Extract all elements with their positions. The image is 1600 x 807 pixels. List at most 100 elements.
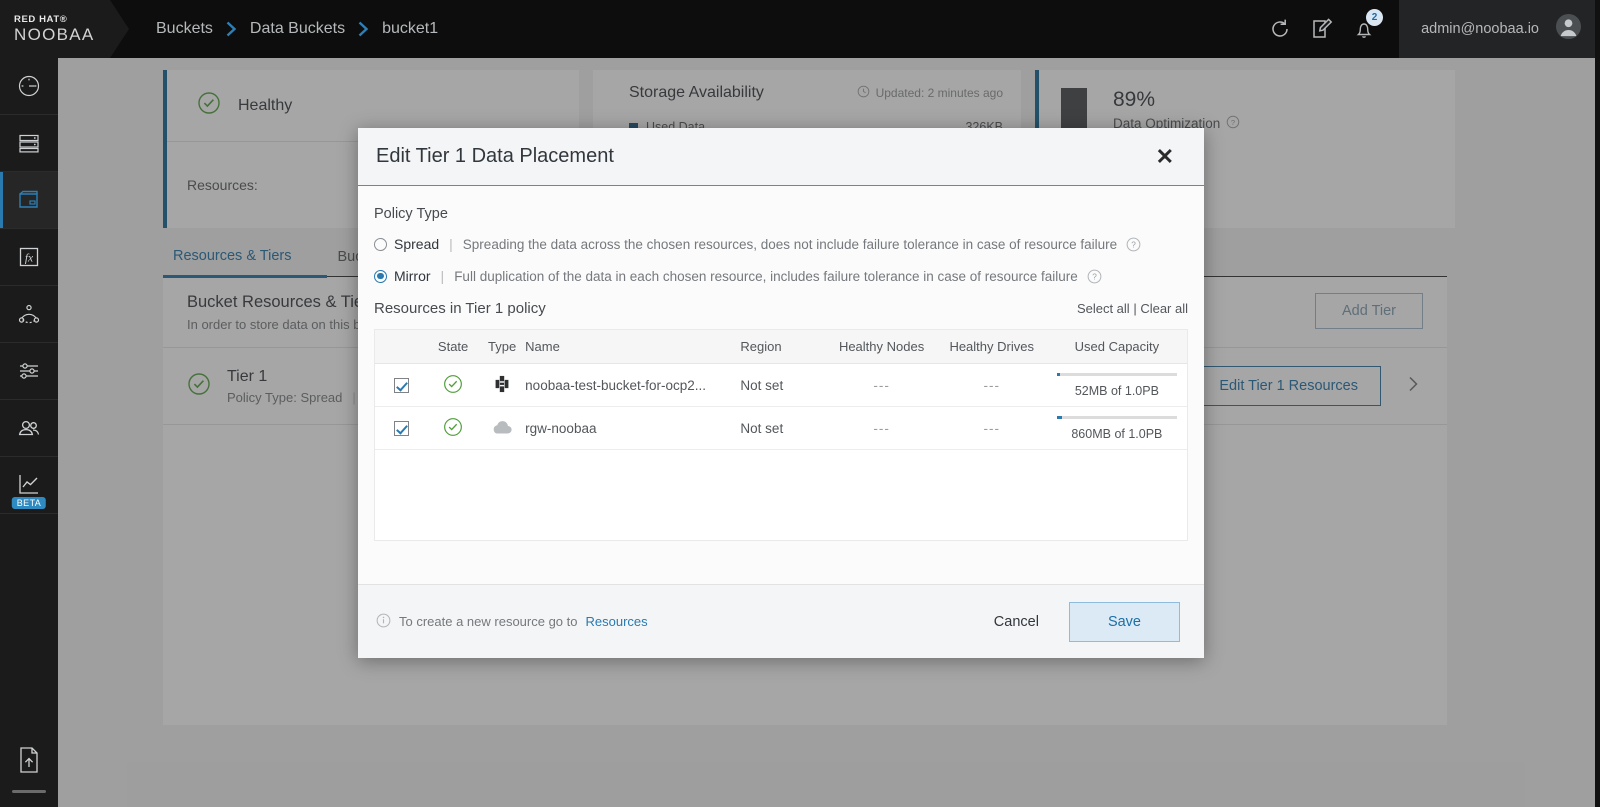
svg-text:?: ? [1092, 272, 1097, 281]
sidebar-divider [12, 790, 46, 793]
close-icon[interactable]: ✕ [1150, 142, 1180, 172]
sidebar-item-buckets[interactable] [0, 172, 58, 229]
sidebar-item-accounts[interactable] [0, 400, 58, 457]
avatar-icon [1555, 13, 1582, 45]
col-healthy-drives: Healthy Drives [936, 330, 1047, 364]
logo-redhat-text: RED HAT® [14, 14, 68, 25]
cloud-icon [490, 420, 514, 440]
help-circle-icon[interactable]: ? [1126, 237, 1141, 252]
breadcrumb-bucket1: bucket1 [382, 20, 439, 37]
chart-icon [15, 471, 43, 499]
policy-option-spread-label: Spread [394, 236, 440, 252]
refresh-icon[interactable] [1259, 0, 1301, 58]
resources-selection-actions: Select all | Clear all [1077, 301, 1188, 316]
healthy-nodes-value: --- [873, 377, 890, 393]
cancel-button[interactable]: Cancel [974, 603, 1059, 641]
resources-table-container: State Type Name Region Healthy Nodes Hea… [374, 329, 1188, 541]
sidebar-item-analytics[interactable]: BETA [0, 457, 58, 514]
col-region: Region [740, 330, 827, 364]
resource-region: Not set [740, 377, 784, 393]
resource-region: Not set [740, 420, 784, 436]
sidebar-item-overview[interactable] [0, 58, 58, 115]
fx-icon: fx [16, 244, 42, 270]
resources-table: State Type Name Region Healthy Nodes Hea… [375, 330, 1187, 450]
gauge-icon [16, 73, 42, 99]
check-circle-icon [443, 374, 463, 397]
beta-badge: BETA [11, 497, 47, 509]
cloud-resource-icon [491, 375, 513, 398]
healthy-drives-value: --- [983, 377, 1000, 393]
table-row[interactable]: noobaa-test-bucket-for-ocp2... Not set -… [375, 363, 1187, 407]
edit-note-icon[interactable] [1301, 0, 1343, 58]
sidebar-item-functions[interactable]: fx [0, 229, 58, 286]
help-circle-icon[interactable]: ? [1087, 269, 1102, 284]
row-checkbox[interactable] [393, 377, 409, 393]
used-capacity-cell: 860MB of 1.0PB [1047, 415, 1187, 441]
table-row[interactable]: rgw-noobaa Not set --- --- 860MB of 1.0P… [375, 406, 1187, 450]
used-capacity-cell: 52MB of 1.0PB [1047, 372, 1187, 398]
dialog-title: Edit Tier 1 Data Placement [376, 145, 614, 167]
sidebar-item-namespace[interactable] [0, 286, 58, 343]
breadcrumb-data-buckets[interactable]: Data Buckets [250, 20, 345, 38]
col-healthy-nodes: Healthy Nodes [826, 330, 937, 364]
top-bar: RED HAT® NOOBAA Buckets Data Buckets buc… [0, 0, 1600, 58]
window-right-edge [1595, 0, 1600, 807]
file-upload-icon[interactable] [16, 732, 42, 788]
col-select [375, 330, 428, 364]
users-icon [15, 414, 43, 442]
user-menu[interactable]: admin@noobaa.io [1399, 0, 1600, 58]
sidebar-item-settings[interactable] [0, 343, 58, 400]
app-root: Healthy Resources: Storage Availability [0, 0, 1600, 807]
radio-mirror[interactable] [374, 269, 387, 283]
clear-all-link[interactable]: Clear all [1140, 301, 1188, 316]
healthy-drives-value: --- [983, 420, 1000, 436]
info-circle-icon [376, 613, 391, 631]
sidebar-item-resources[interactable] [0, 115, 58, 172]
bell-icon[interactable]: 2 [1343, 0, 1385, 58]
capacity-text: 52MB of 1.0PB [1074, 383, 1159, 398]
check-circle-icon [443, 417, 463, 440]
capacity-bar [1056, 415, 1177, 419]
top-bar-actions: 2 admin@noobaa.io [1259, 0, 1600, 58]
policy-type-label: Policy Type [374, 206, 448, 222]
policy-option-spread-desc: Spreading the data across the chosen res… [462, 236, 1118, 252]
breadcrumb-buckets[interactable]: Buckets [156, 20, 213, 38]
servers-icon [16, 130, 42, 156]
col-type: Type [479, 330, 526, 364]
alerts-count-badge: 2 [1366, 9, 1384, 26]
capacity-text: 860MB of 1.0PB [1071, 426, 1163, 441]
chevron-right-icon [358, 21, 369, 37]
dialog-footer: To create a new resource go to Resources… [358, 584, 1204, 658]
separator: | [440, 268, 445, 284]
edit-data-placement-dialog: Edit Tier 1 Data Placement ✕ Policy Type… [358, 128, 1204, 658]
dialog-header: Edit Tier 1 Data Placement ✕ [358, 128, 1204, 186]
policy-option-spread[interactable]: Spread | Spreading the data across the c… [374, 236, 1188, 252]
healthy-nodes-value: --- [873, 420, 890, 436]
user-email: admin@noobaa.io [1421, 21, 1539, 37]
policy-option-mirror[interactable]: Mirror | Full duplication of the data in… [374, 268, 1188, 284]
save-button[interactable]: Save [1068, 601, 1180, 642]
radio-spread[interactable] [374, 237, 387, 251]
col-name: Name [525, 330, 741, 364]
logo: RED HAT® NOOBAA [0, 0, 129, 58]
col-used-capacity: Used Capacity [1046, 330, 1187, 364]
svg-text:?: ? [1131, 240, 1136, 249]
footer-note: To create a new resource go to Resources [376, 613, 648, 631]
svg-text:fx: fx [25, 252, 34, 264]
sliders-icon [16, 358, 42, 384]
chevron-right-icon [226, 21, 237, 37]
capacity-bar [1056, 372, 1177, 376]
footer-note-text: To create a new resource go to [399, 614, 578, 629]
table-header-row: State Type Name Region Healthy Nodes Hea… [375, 330, 1187, 364]
breadcrumb: Buckets Data Buckets bucket1 [156, 20, 438, 38]
logo-noobaa-text: NOOBAA [14, 25, 95, 44]
resource-name: rgw-noobaa [525, 420, 597, 436]
left-sidebar: fx BETA [0, 58, 58, 807]
bucket-icon [15, 186, 43, 214]
separator: | [449, 236, 453, 252]
dialog-body: Policy Type Spread | Spreading the data … [358, 186, 1204, 584]
resource-name: noobaa-test-bucket-for-ocp2... [525, 377, 707, 393]
resources-link[interactable]: Resources [586, 614, 648, 629]
row-checkbox[interactable] [393, 420, 409, 436]
select-all-link[interactable]: Select all [1077, 301, 1130, 316]
